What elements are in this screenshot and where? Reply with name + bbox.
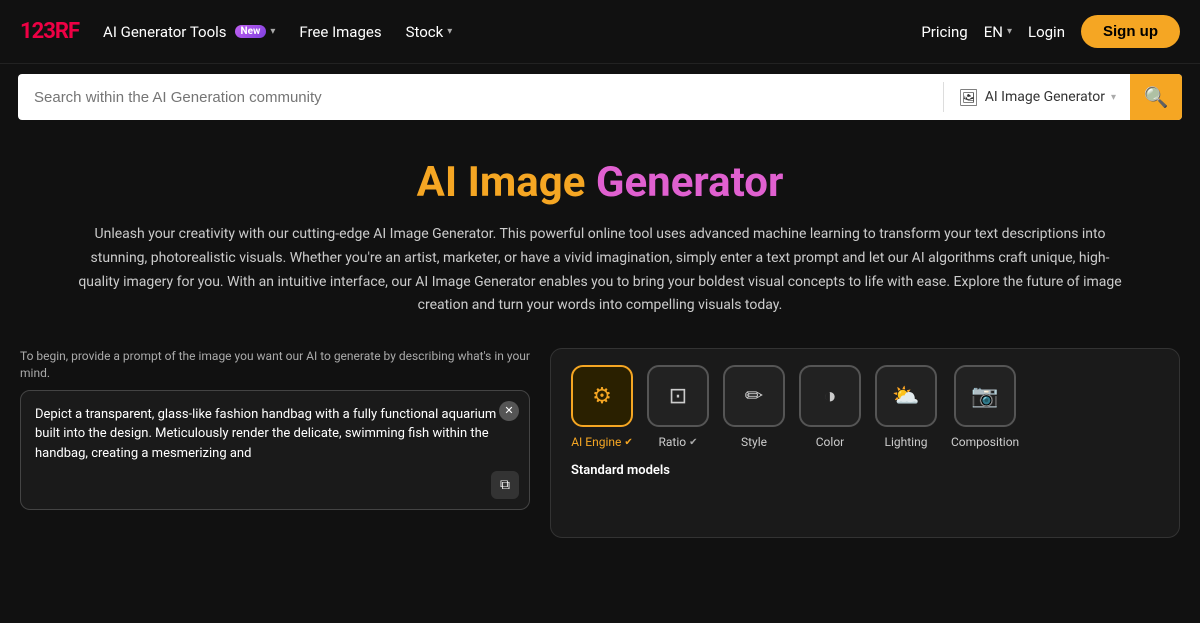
lighting-button[interactable]: ⛅ — [875, 365, 937, 427]
lighting-icon: ⛅ — [892, 384, 919, 409]
logo[interactable]: 123RF — [20, 19, 79, 44]
nav-language[interactable]: EN ▾ — [984, 23, 1012, 41]
search-input[interactable] — [18, 89, 943, 106]
camera-icon: 📷 — [971, 384, 998, 409]
search-bar: 🖼 AI Image Generator ▾ 🔍 — [18, 74, 1182, 120]
color-button[interactable]: ◑ — [799, 365, 861, 427]
style-label: Style — [741, 435, 767, 449]
nav-ai-tools-label: AI Generator Tools — [103, 23, 227, 41]
nav-free-images[interactable]: Free Images — [299, 23, 381, 41]
prompt-close-button[interactable]: ✕ — [499, 401, 519, 421]
prompt-box: Depict a transparent, glass-like fashion… — [20, 390, 530, 510]
search-type-selector[interactable]: 🖼 AI Image Generator ▾ — [944, 88, 1130, 107]
tool-lighting[interactable]: ⛅ Lighting — [875, 365, 937, 449]
gear-icon: ⚙ — [592, 384, 612, 409]
ratio-button[interactable]: ⊡ — [647, 365, 709, 427]
lang-chevron-icon: ▾ — [1007, 26, 1012, 37]
nav-login[interactable]: Login — [1028, 23, 1065, 41]
bottom-section: To begin, provide a prompt of the image … — [0, 338, 1200, 538]
prompt-copy-button[interactable]: ⧉ — [491, 471, 519, 499]
ai-image-icon: 🖼 — [958, 88, 978, 107]
hero-title: AI Image Generator — [60, 158, 1140, 207]
hero-section: AI Image Generator Unleash your creativi… — [0, 130, 1200, 338]
ai-engine-check-icon: ✔ — [624, 437, 632, 448]
color-icon: ◑ — [823, 383, 836, 409]
hero-title-ai: AI Image — [417, 158, 596, 207]
style-icon: ✏ — [745, 384, 763, 409]
search-type-label: AI Image Generator — [985, 89, 1105, 105]
left-panel: To begin, provide a prompt of the image … — [20, 348, 530, 538]
tool-color[interactable]: ◑ Color — [799, 365, 861, 449]
ratio-icon: ⊡ — [669, 384, 687, 409]
ratio-check-icon: ✔ — [689, 437, 697, 448]
copy-icon: ⧉ — [500, 477, 510, 493]
tool-style[interactable]: ✏ Style — [723, 365, 785, 449]
tool-ratio[interactable]: ⊡ Ratio ✔ — [647, 365, 709, 449]
ai-engine-label: AI Engine ✔ — [571, 435, 633, 449]
navbar: 123RF AI Generator Tools New ▾ Free Imag… — [0, 0, 1200, 64]
nav-free-images-label: Free Images — [299, 23, 381, 41]
hero-title-generator: Generator — [596, 158, 783, 207]
tool-ai-engine[interactable]: ⚙ AI Engine ✔ — [571, 365, 633, 449]
tool-composition[interactable]: 📷 Composition — [951, 365, 1019, 449]
right-panel: ⚙ AI Engine ✔ ⊡ Ratio ✔ ✏ — [550, 348, 1180, 538]
nav-pricing[interactable]: Pricing — [921, 23, 967, 41]
composition-button[interactable]: 📷 — [954, 365, 1016, 427]
color-label: Color — [816, 435, 844, 449]
close-icon: ✕ — [504, 404, 513, 417]
nav-right: Pricing EN ▾ Login Sign up — [921, 15, 1180, 48]
prompt-hint: To begin, provide a prompt of the image … — [20, 348, 530, 382]
composition-label: Composition — [951, 435, 1019, 449]
stock-chevron-icon: ▾ — [447, 26, 452, 37]
ratio-label: Ratio ✔ — [659, 435, 698, 449]
prompt-text: Depict a transparent, glass-like fashion… — [35, 405, 515, 487]
new-badge: New — [235, 25, 267, 38]
lang-label: EN — [984, 23, 1003, 41]
search-button[interactable]: 🔍 — [1130, 74, 1182, 120]
tools-row: ⚙ AI Engine ✔ ⊡ Ratio ✔ ✏ — [571, 365, 1159, 449]
standard-models-label: Standard models — [571, 463, 1159, 478]
nav-stock-label: Stock — [406, 23, 444, 41]
ai-tools-chevron-icon: ▾ — [270, 26, 275, 37]
style-button[interactable]: ✏ — [723, 365, 785, 427]
search-icon: 🔍 — [1144, 85, 1169, 110]
lighting-label: Lighting — [885, 435, 928, 449]
ai-engine-button[interactable]: ⚙ — [571, 365, 633, 427]
hero-description: Unleash your creativity with our cutting… — [70, 223, 1130, 318]
search-type-chevron-icon: ▾ — [1111, 92, 1116, 103]
nav-ai-tools[interactable]: AI Generator Tools New ▾ — [103, 23, 275, 41]
nav-stock[interactable]: Stock ▾ — [406, 23, 453, 41]
signup-button[interactable]: Sign up — [1081, 15, 1180, 48]
